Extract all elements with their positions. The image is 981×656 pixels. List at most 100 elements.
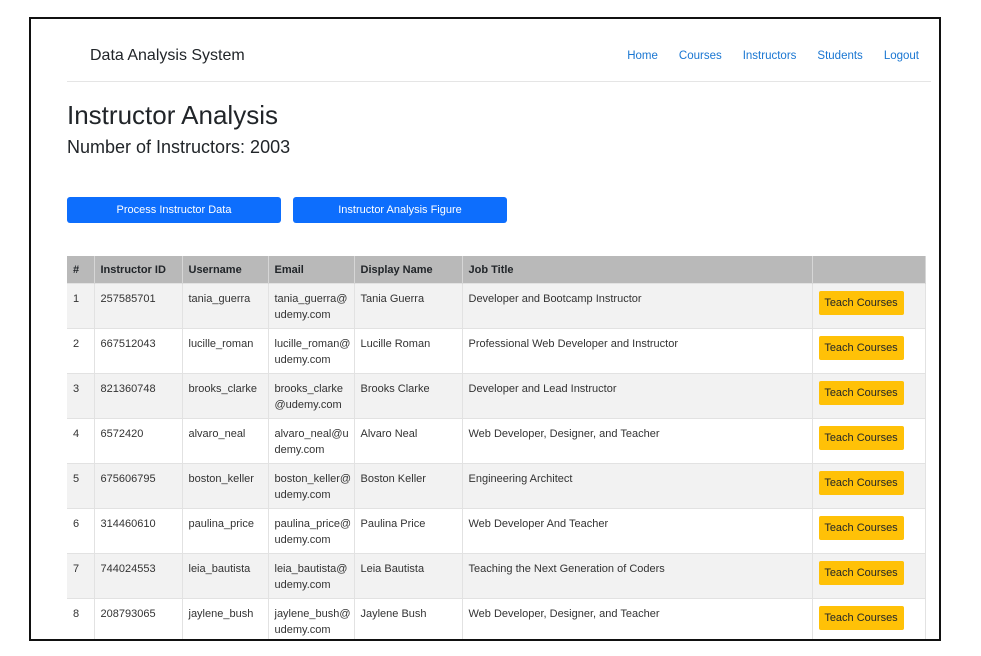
table-row: 7 744024553 leia_bautista leia_bautista@… (67, 553, 926, 599)
header-instructor-id: Instructor ID (94, 256, 183, 284)
email-part: demy.com (274, 444, 325, 456)
cell-username: brooks_clarke (182, 373, 269, 419)
cell-email: lucille_roman@ udemy.com (268, 328, 355, 374)
cell-number: 4 (67, 418, 95, 464)
cell-instructor-id: 744024553 (94, 553, 183, 599)
teach-courses-button[interactable]: Teach Courses (818, 291, 904, 315)
cell-username: tania_guerra (182, 283, 269, 329)
table-row: 6 314460610 paulina_price paulina_price@… (67, 508, 926, 554)
header-number: # (67, 256, 95, 284)
cell-action: Teach Courses (812, 598, 926, 639)
nav-logout-link[interactable]: Logout (884, 50, 919, 62)
cell-display-name: Boston Keller (354, 463, 463, 509)
cell-number: 8 (67, 598, 95, 639)
cell-email: leia_bautista@ udemy.com (268, 553, 355, 599)
cell-display-name: Jaylene Bush (354, 598, 463, 639)
email-part: udemy.com (274, 624, 331, 636)
cell-instructor-id: 821360748 (94, 373, 183, 419)
brand-link[interactable]: Data Analysis System (90, 47, 245, 65)
cell-instructor-id: 208793065 (94, 598, 183, 639)
table-header-row: # Instructor ID Username Email Display N… (67, 256, 926, 284)
table-row: 3 821360748 brooks_clarke brooks_clarke @… (67, 373, 926, 419)
cell-job-title: Teaching the Next Generation of Coders (462, 553, 813, 599)
cell-email: paulina_price@ udemy.com (268, 508, 355, 554)
cell-action: Teach Courses (812, 463, 926, 509)
email-part: udemy.com (274, 534, 331, 546)
email-part: alvaro_neal@u (274, 428, 349, 440)
teach-courses-button[interactable]: Teach Courses (818, 426, 904, 450)
cell-display-name: Lucille Roman (354, 328, 463, 374)
page-title: Instructor Analysis (67, 100, 278, 130)
cell-display-name: Alvaro Neal (354, 418, 463, 464)
table-row: 4 6572420 alvaro_neal alvaro_neal@u demy.… (67, 418, 926, 464)
cell-display-name: Brooks Clarke (354, 373, 463, 419)
cell-job-title: Web Developer, Designer, and Teacher (462, 418, 813, 464)
teach-courses-button[interactable]: Teach Courses (818, 471, 904, 495)
nav-links: Home Courses Instructors Students Logout (606, 50, 919, 62)
cell-display-name: Paulina Price (354, 508, 463, 554)
cell-username: paulina_price (182, 508, 269, 554)
cell-action: Teach Courses (812, 553, 926, 599)
email-part: jaylene_bush@ (274, 608, 351, 620)
cell-display-name: Leia Bautista (354, 553, 463, 599)
cell-instructor-id: 667512043 (94, 328, 183, 374)
process-instructor-data-button[interactable]: Process Instructor Data (67, 197, 281, 223)
nav-instructors-link[interactable]: Instructors (743, 50, 797, 62)
email-part: lucille_roman@ (274, 338, 351, 350)
email-part: paulina_price@ (274, 518, 352, 530)
email-part: leia_bautista@ (274, 563, 348, 575)
nav-courses-link[interactable]: Courses (679, 50, 722, 62)
cell-username: boston_keller (182, 463, 269, 509)
email-part: udemy.com (274, 489, 331, 501)
header-job-title: Job Title (462, 256, 813, 284)
cell-instructor-id: 257585701 (94, 283, 183, 329)
teach-courses-button[interactable]: Teach Courses (818, 606, 904, 630)
email-part: brooks_clarke (274, 383, 343, 395)
email-part: udemy.com (274, 309, 331, 321)
email-part: udemy.com (274, 354, 331, 366)
header-username: Username (182, 256, 269, 284)
nav-home-link[interactable]: Home (627, 50, 658, 62)
cell-email: boston_keller@ udemy.com (268, 463, 355, 509)
cell-display-name: Tania Guerra (354, 283, 463, 329)
cell-number: 2 (67, 328, 95, 374)
cell-email: tania_guerra@ udemy.com (268, 283, 355, 329)
cell-number: 5 (67, 463, 95, 509)
cell-username: jaylene_bush (182, 598, 269, 639)
cell-username: alvaro_neal (182, 418, 269, 464)
email-part: boston_keller@ (274, 473, 352, 485)
table-row: 2 667512043 lucille_roman lucille_roman@… (67, 328, 926, 374)
nav-students-link[interactable]: Students (817, 50, 862, 62)
cell-job-title: Web Developer, Designer, and Teacher (462, 598, 813, 639)
header-actions (812, 256, 926, 284)
table-row: 5 675606795 boston_keller boston_keller@… (67, 463, 926, 509)
email-part: @udemy.com (274, 399, 342, 411)
cell-job-title: Professional Web Developer and Instructo… (462, 328, 813, 374)
cell-email: brooks_clarke @udemy.com (268, 373, 355, 419)
cell-email: jaylene_bush@ udemy.com (268, 598, 355, 639)
cell-instructor-id: 675606795 (94, 463, 183, 509)
email-part: udemy.com (274, 579, 331, 591)
teach-courses-button[interactable]: Teach Courses (818, 381, 904, 405)
instructor-analysis-figure-button[interactable]: Instructor Analysis Figure (293, 197, 507, 223)
cell-action: Teach Courses (812, 508, 926, 554)
cell-username: leia_bautista (182, 553, 269, 599)
cell-job-title: Web Developer And Teacher (462, 508, 813, 554)
instructor-table: # Instructor ID Username Email Display N… (67, 256, 926, 639)
teach-courses-button[interactable]: Teach Courses (818, 516, 904, 540)
instructor-count: Number of Instructors: 2003 (67, 137, 291, 157)
app-window: Data Analysis System Home Courses Instru… (29, 17, 941, 641)
header-display-name: Display Name (354, 256, 463, 284)
navbar-divider (67, 81, 931, 82)
cell-number: 1 (67, 283, 95, 329)
teach-courses-button[interactable]: Teach Courses (818, 336, 904, 360)
cell-job-title: Developer and Lead Instructor (462, 373, 813, 419)
teach-courses-button[interactable]: Teach Courses (818, 561, 904, 585)
cell-number: 7 (67, 553, 95, 599)
cell-action: Teach Courses (812, 373, 926, 419)
email-part: tania_guerra@ (274, 293, 348, 305)
header-email: Email (268, 256, 355, 284)
cell-job-title: Developer and Bootcamp Instructor (462, 283, 813, 329)
cell-instructor-id: 6572420 (94, 418, 183, 464)
cell-action: Teach Courses (812, 283, 926, 329)
